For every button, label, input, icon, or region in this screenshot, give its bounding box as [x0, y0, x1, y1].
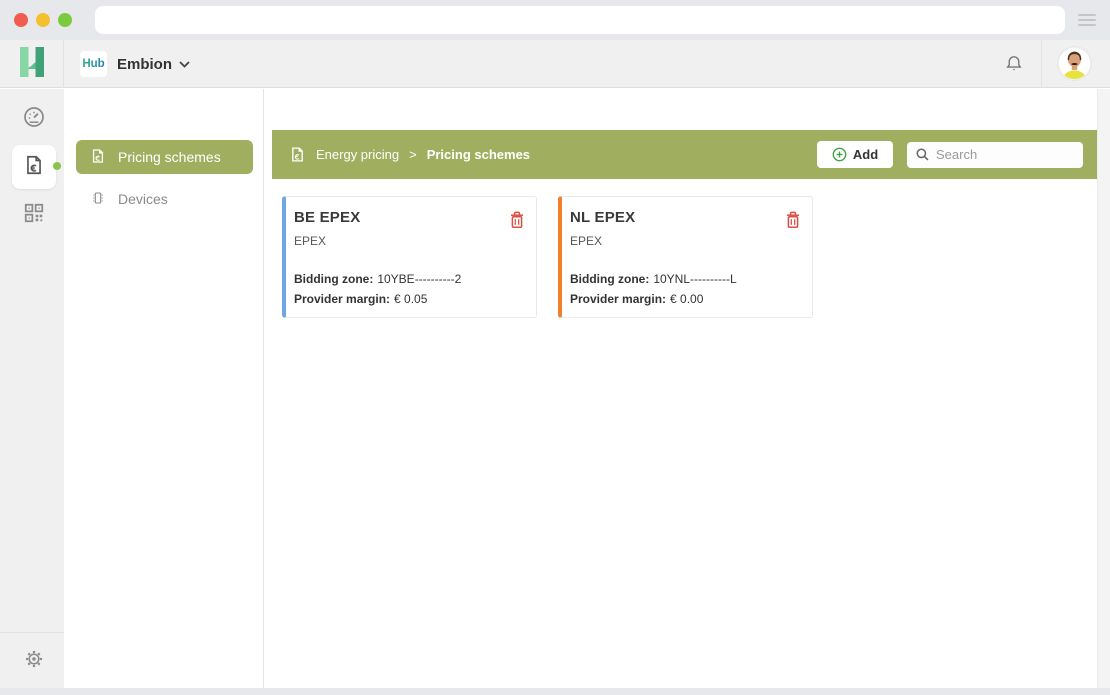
- h-logo-icon: [18, 46, 46, 83]
- chevron-down-icon: [179, 55, 190, 73]
- gear-icon: [23, 648, 45, 675]
- browser-menu-icon[interactable]: [1078, 14, 1096, 26]
- icon-rail: [0, 89, 64, 688]
- window-edge: [0, 688, 1110, 695]
- workspace-name: Embion: [117, 56, 172, 73]
- hub-badge[interactable]: Hub: [80, 51, 107, 77]
- breadcrumb-parent[interactable]: Energy pricing: [316, 147, 399, 162]
- card-subtitle: EPEX: [294, 234, 526, 248]
- sidebar-item-pricing-schemes[interactable]: Pricing schemes: [76, 140, 253, 174]
- rail-item-dashboard[interactable]: [12, 97, 56, 141]
- sidebar: Pricing schemes Devices: [64, 89, 264, 688]
- app-header: Hub Embion: [0, 40, 1110, 88]
- rail-item-settings[interactable]: [12, 639, 56, 683]
- pricing-status-dot: [53, 162, 61, 170]
- pricing-document-icon: [23, 154, 45, 181]
- card-field-bidding-zone: Bidding zone:10YNL----------L: [570, 269, 802, 289]
- app-logo[interactable]: [0, 40, 64, 88]
- pricing-scheme-card[interactable]: NL EPEX EPEX: [558, 196, 813, 318]
- pricing-document-icon: [90, 148, 106, 167]
- sidebar-item-devices[interactable]: Devices: [76, 182, 253, 216]
- pricing-scheme-card[interactable]: BE EPEX EPEX: [282, 196, 537, 318]
- search-box: [907, 142, 1083, 168]
- rail-item-pricing[interactable]: [12, 145, 56, 189]
- card-field-provider-margin: Provider margin:€ 0.00: [570, 289, 802, 309]
- card-subtitle: EPEX: [570, 234, 802, 248]
- delete-icon[interactable]: [784, 211, 802, 229]
- screen: Hub Embion: [0, 0, 1110, 695]
- hub-badge-label: Hub: [82, 58, 104, 70]
- main-content: Energy pricing > Pricing schemes Add: [265, 89, 1110, 688]
- maximize-window-button[interactable]: [58, 13, 72, 27]
- card-field-bidding-zone: Bidding zone:10YBE----------2: [294, 269, 526, 289]
- browser-chrome: [0, 0, 1110, 40]
- notifications-bell-icon[interactable]: [1003, 53, 1025, 75]
- scrollbar-track[interactable]: [1097, 89, 1110, 688]
- card-field-provider-margin: Provider margin:€ 0.05: [294, 289, 526, 309]
- add-button-label: Add: [853, 147, 878, 162]
- breadcrumb-current: Pricing schemes: [427, 147, 530, 162]
- search-input[interactable]: [936, 147, 1076, 162]
- page-toolbar: Energy pricing > Pricing schemes Add: [272, 130, 1097, 179]
- gauge-icon: [21, 104, 47, 135]
- minimize-window-button[interactable]: [36, 13, 50, 27]
- grid-icon: [23, 202, 45, 229]
- plus-circle-icon: [832, 147, 847, 162]
- close-window-button[interactable]: [14, 13, 28, 27]
- user-avatar[interactable]: [1058, 47, 1091, 80]
- delete-icon[interactable]: [508, 211, 526, 229]
- chip-icon: [90, 190, 106, 209]
- sidebar-item-label: Pricing schemes: [118, 149, 221, 165]
- pricing-document-icon: [289, 146, 306, 163]
- breadcrumb-separator: >: [409, 147, 417, 162]
- address-bar-input[interactable]: [95, 6, 1065, 34]
- sidebar-item-label: Devices: [118, 191, 168, 207]
- card-title: NL EPEX: [570, 209, 635, 226]
- card-title: BE EPEX: [294, 209, 360, 226]
- header-divider: [1041, 40, 1042, 88]
- pricing-scheme-list: BE EPEX EPEX: [282, 196, 813, 318]
- rail-divider: [0, 632, 64, 633]
- rail-item-apps[interactable]: [12, 193, 56, 237]
- app-window: Hub Embion: [0, 40, 1110, 688]
- workspace-selector[interactable]: Embion: [117, 40, 190, 88]
- add-button[interactable]: Add: [817, 141, 893, 168]
- search-icon: [915, 147, 930, 162]
